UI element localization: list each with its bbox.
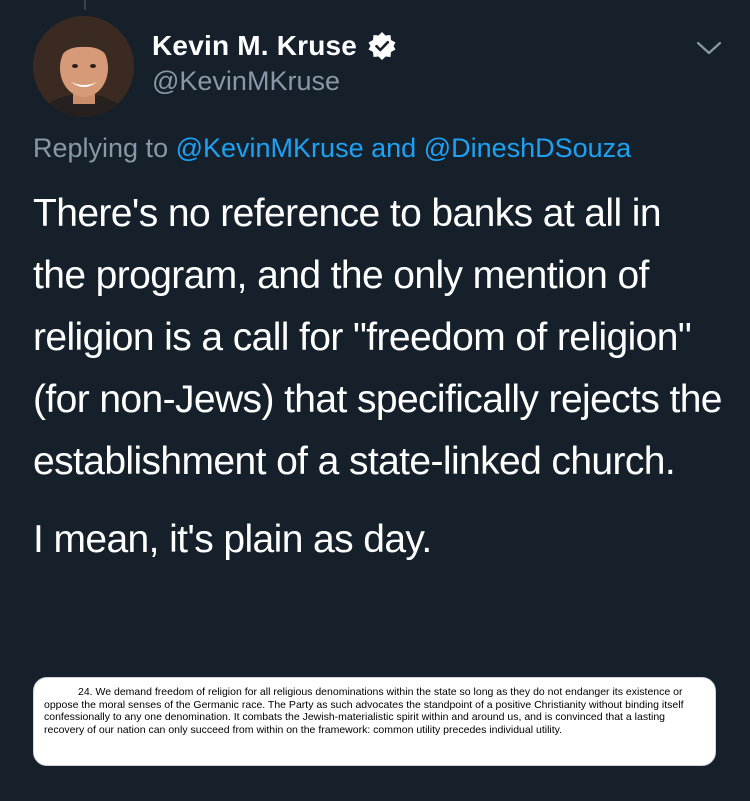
thread-connector-line <box>84 0 86 10</box>
verified-badge-icon <box>367 31 397 61</box>
attached-image-text: 24. We demand freedom of religion for al… <box>44 686 684 736</box>
tweet-paragraph: I mean, it's plain as day. <box>33 518 432 561</box>
replying-to-label: Replying to <box>33 133 169 163</box>
mention-joiner[interactable]: and <box>371 133 416 163</box>
tweet-body: There's no reference to banks at all in … <box>33 183 723 571</box>
mention-link-dineshdsouza[interactable]: @DineshDSouza <box>424 133 632 163</box>
author-name-row: Kevin M. Kruse <box>152 28 397 64</box>
replying-to-line: Replying to @KevinMKruse and @DineshDSou… <box>33 133 631 164</box>
attached-image[interactable]: 24. We demand freedom of religion for al… <box>33 677 716 766</box>
author-handle[interactable]: @KevinMKruse <box>152 66 340 97</box>
avatar-photo <box>33 16 134 117</box>
avatar[interactable] <box>33 16 134 117</box>
tweet-paragraph: There's no reference to banks at all in … <box>33 192 722 483</box>
author-display-name[interactable]: Kevin M. Kruse <box>152 30 357 62</box>
mention-link-kevinmkruse[interactable]: @KevinMKruse <box>176 133 364 163</box>
chevron-down-icon[interactable] <box>696 40 722 56</box>
